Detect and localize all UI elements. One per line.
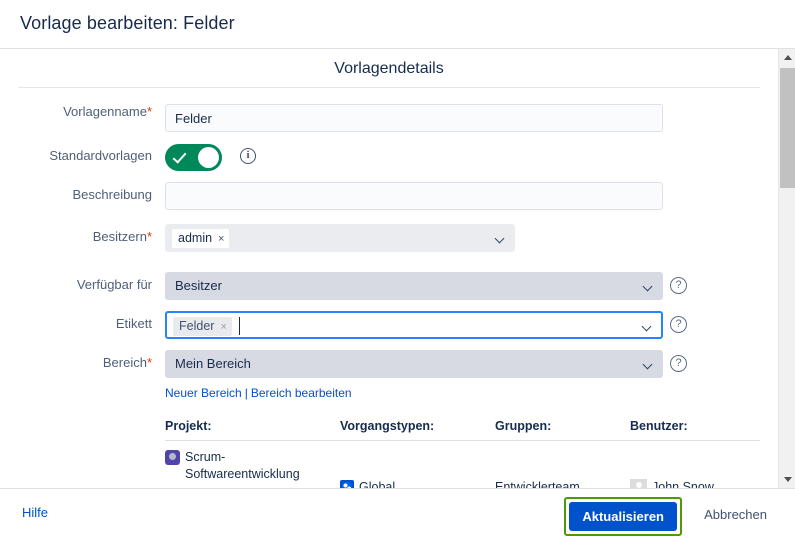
submit-button-highlight: Aktualisieren xyxy=(564,497,682,536)
control-owners: admin × xyxy=(165,224,515,252)
link-separator: | xyxy=(244,386,248,400)
associations-table: Projekt: Vorgangstypen: Gruppen: Benutze… xyxy=(165,419,760,488)
col-header-issue-types: Vorgangstypen: xyxy=(340,419,435,433)
edit-template-dialog: Vorlage bearbeiten: Felder Vorlagendetai… xyxy=(0,0,795,537)
section-divider xyxy=(18,87,760,88)
label-chip[interactable]: Felder × xyxy=(173,317,232,336)
help-link[interactable]: Hilfe xyxy=(22,505,48,520)
label-multiselect[interactable]: Felder × xyxy=(165,311,663,339)
cancel-button[interactable]: Abbrechen xyxy=(698,506,773,523)
control-label: Felder × ? xyxy=(165,311,687,339)
template-name-input[interactable] xyxy=(165,104,663,132)
required-marker: * xyxy=(146,229,152,244)
dialog-body: Vorlagendetails Vorlagenname* Standardvo… xyxy=(0,49,795,488)
help-icon-label[interactable]: ? xyxy=(670,316,687,333)
scroll-up-button[interactable] xyxy=(779,49,795,66)
table-header-row: Projekt: Vorgangstypen: Gruppen: Benutze… xyxy=(165,419,760,441)
control-scope: Mein Bereich ? xyxy=(165,350,687,378)
scope-select[interactable]: Mein Bereich xyxy=(165,350,663,378)
label-scope: Bereich* xyxy=(102,355,152,370)
user-avatar-icon xyxy=(630,479,647,488)
text-cursor xyxy=(239,317,240,335)
dialog-header: Vorlage bearbeiten: Felder xyxy=(0,0,795,49)
cell-project: Scrum-Softwareentwicklung xyxy=(165,449,300,483)
cell-user: John Snow xyxy=(630,479,714,488)
chevron-down-icon[interactable] xyxy=(641,321,652,332)
toggle-knob xyxy=(198,147,219,168)
dialog-title: Vorlage bearbeiten: Felder xyxy=(20,13,235,33)
control-description xyxy=(165,182,663,210)
required-marker: * xyxy=(146,355,152,370)
globe-icon xyxy=(340,480,354,488)
chevron-down-icon[interactable] xyxy=(494,233,505,244)
description-input[interactable] xyxy=(165,182,663,210)
remove-chip-icon[interactable]: × xyxy=(218,233,224,245)
col-header-groups: Gruppen: xyxy=(495,419,552,433)
vertical-scrollbar[interactable] xyxy=(778,49,795,488)
label-template-name: Vorlagenname* xyxy=(63,104,152,119)
label-description: Beschreibung xyxy=(72,187,153,202)
cell-project-text: Scrum-Softwareentwicklung xyxy=(185,450,300,481)
cell-issue-type: Global xyxy=(340,479,395,488)
label-owners: Besitzern* xyxy=(92,229,152,244)
label-default-templates: Standardvorlagen xyxy=(49,148,152,163)
label-available-for: Verfügbar für xyxy=(76,277,152,292)
remove-chip-icon[interactable]: × xyxy=(220,321,226,333)
scroll-down-button[interactable] xyxy=(779,471,795,488)
control-available-for: Besitzer ? xyxy=(165,272,687,300)
edit-scope-link[interactable]: Bereich bearbeiten xyxy=(251,386,352,400)
table-row: Scrum-Softwareentwicklung Global Entwick… xyxy=(165,449,760,488)
owners-multiselect[interactable]: admin × xyxy=(165,224,515,252)
default-templates-toggle[interactable] xyxy=(165,144,222,171)
col-header-project: Projekt: xyxy=(165,419,212,433)
update-button[interactable]: Aktualisieren xyxy=(569,502,677,531)
col-header-users: Benutzer: xyxy=(630,419,688,433)
available-for-select[interactable]: Besitzer xyxy=(165,272,663,300)
chevron-down-icon xyxy=(784,477,792,482)
label-etikett: Etikett xyxy=(115,316,152,331)
help-icon-available-for[interactable]: ? xyxy=(670,277,687,294)
chevron-up-icon xyxy=(784,55,792,60)
project-avatar-icon xyxy=(165,450,180,465)
cell-user-text: John Snow xyxy=(652,480,714,488)
help-icon-scope[interactable]: ? xyxy=(670,355,687,372)
check-icon xyxy=(172,149,187,164)
cell-group: Entwicklerteam xyxy=(495,480,580,488)
info-icon[interactable]: i xyxy=(240,148,256,164)
new-scope-link[interactable]: Neuer Bereich xyxy=(165,386,242,400)
control-default-templates: i xyxy=(165,144,256,171)
cell-issue-type-text: Global xyxy=(359,480,396,488)
scope-links: Neuer Bereich | Bereich bearbeiten xyxy=(165,386,352,400)
scope-value: Mein Bereich xyxy=(175,356,251,371)
section-title: Vorlagendetails xyxy=(334,60,444,77)
available-for-value: Besitzer xyxy=(175,278,222,293)
required-marker: * xyxy=(146,104,152,119)
scrollbar-thumb[interactable] xyxy=(780,68,795,188)
chevron-down-icon[interactable] xyxy=(642,281,653,292)
control-template-name xyxy=(165,104,663,132)
dialog-footer: Hilfe Aktualisieren Abbrechen xyxy=(0,488,795,537)
owner-chip[interactable]: admin × xyxy=(172,229,230,248)
chevron-down-icon[interactable] xyxy=(642,359,653,370)
